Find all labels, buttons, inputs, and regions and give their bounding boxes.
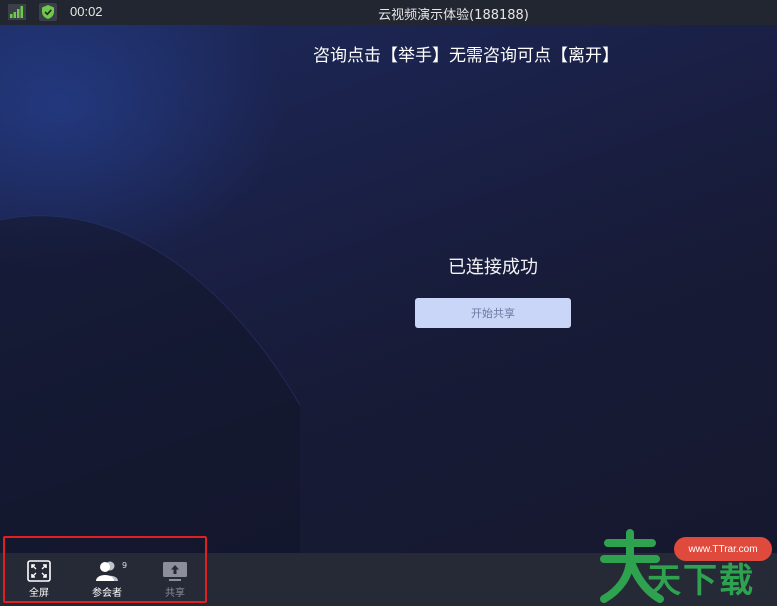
background-curve bbox=[0, 215, 301, 553]
watermark-url: www.TTrar.com bbox=[674, 537, 772, 561]
watermark-text: 天下载 bbox=[647, 561, 755, 601]
connection-status: 已连接成功 bbox=[448, 257, 538, 278]
start-share-button[interactable]: 开始共享 bbox=[415, 298, 571, 328]
window-title: 云视频演示体验(188188) bbox=[378, 8, 529, 23]
meeting-notice: 咨询点击【举手】无需咨询可点【离开】 bbox=[0, 41, 777, 66]
toolbar-highlight-box bbox=[3, 536, 207, 603]
top-status-bar: 00:02 云视频演示体验(188188) bbox=[0, 0, 777, 25]
notice-text: 咨询点击【举手】无需咨询可点【离开】 bbox=[313, 46, 619, 66]
video-stage: 咨询点击【举手】无需咨询可点【离开】 已连接成功 开始共享 bbox=[0, 25, 777, 553]
